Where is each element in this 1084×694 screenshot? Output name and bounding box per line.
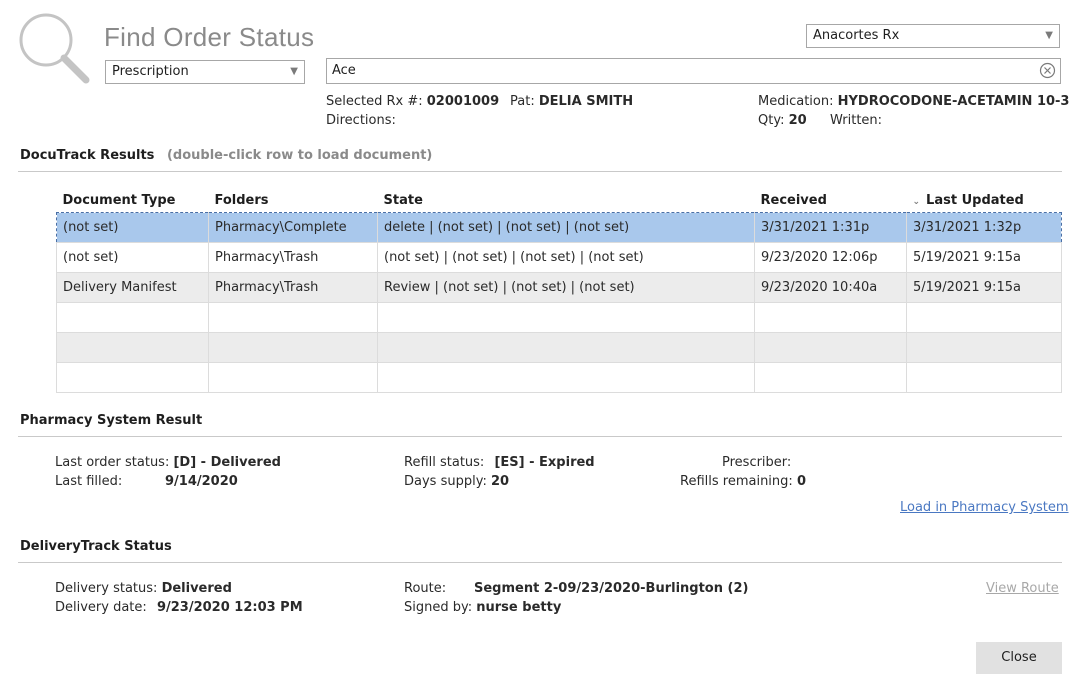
refills-remaining: Refills remaining: 0 — [680, 474, 806, 489]
divider — [18, 436, 1062, 437]
column-header-folders[interactable]: Folders — [209, 188, 378, 213]
clear-icon[interactable] — [1039, 62, 1056, 79]
cell-state: delete | (not set) | (not set) | (not se… — [377, 212, 755, 243]
refill-status: Refill status: [ES] - Expired — [404, 455, 595, 470]
chevron-down-icon: ▼ — [1045, 30, 1053, 41]
refill-status-label: Refill status: — [404, 455, 485, 470]
column-header-received[interactable]: Received — [755, 188, 907, 213]
cell-folders: Pharmacy\Trash — [208, 272, 378, 303]
cell-last-updated: 5/19/2021 9:15a — [906, 272, 1062, 303]
cell-document-type: (not set) — [56, 212, 209, 243]
pharmacy-title: Pharmacy System Result — [20, 413, 203, 428]
search-input-value: Ace — [332, 63, 356, 78]
last-filled-value: 9/14/2020 — [165, 474, 238, 489]
signed-by-label: Signed by: — [404, 600, 473, 615]
qty-label: Qty: — [758, 113, 785, 128]
days-supply-label: Days supply: — [404, 474, 487, 489]
signed-by: Signed by: nurse betty — [404, 600, 561, 615]
empty-row — [56, 332, 1062, 363]
cell-last-updated: 5/19/2021 9:15a — [906, 242, 1062, 273]
page-title: Find Order Status — [104, 22, 315, 52]
table-row[interactable]: (not set) Pharmacy\Trash (not set) | (no… — [56, 242, 1062, 273]
signed-by-value: nurse betty — [476, 600, 562, 615]
last-order-status: Last order status: [D] - Delivered — [55, 455, 281, 470]
store-select-value: Anacortes Rx — [813, 28, 900, 43]
docutrack-hint: (double-click row to load document) — [166, 148, 433, 163]
qty-value: 20 — [788, 113, 807, 128]
column-header-last-updated[interactable]: ⌄ Last Updated — [907, 188, 1062, 213]
cell-document-type: (not set) — [56, 242, 209, 273]
written-label: Written: — [830, 113, 883, 128]
cell-received: 9/23/2020 12:06p — [754, 242, 907, 273]
delivery-status-label: Delivery status: — [55, 581, 158, 596]
view-route-link[interactable]: View Route — [986, 581, 1059, 596]
cell-folders: Pharmacy\Trash — [208, 242, 378, 273]
store-select[interactable]: Anacortes Rx ▼ — [806, 24, 1060, 48]
medication-value: HYDROCODONE-ACETAMIN 10-3 — [837, 94, 1070, 109]
sort-desc-icon: ⌄ — [912, 196, 921, 207]
docutrack-title: DocuTrack Results — [20, 148, 155, 163]
column-header-document-type[interactable]: Document Type — [57, 188, 209, 213]
column-header-state[interactable]: State — [378, 188, 755, 213]
close-button[interactable]: Close — [976, 642, 1062, 674]
refills-label: Refills remaining: — [680, 474, 793, 489]
prescriber-label: Prescriber: — [722, 455, 792, 470]
delivery-date-value: 9/23/2020 12:03 PM — [156, 600, 303, 615]
last-filled-label: Last filled: — [55, 474, 123, 489]
empty-row — [56, 362, 1062, 393]
search-input[interactable]: Ace — [326, 58, 1061, 84]
days-supply: Days supply: 20 — [404, 474, 509, 489]
directions-label: Directions: — [326, 113, 396, 128]
selected-rx-label: Selected Rx #: — [326, 94, 423, 109]
table-row[interactable]: (not set) Pharmacy\Complete delete | (no… — [56, 212, 1062, 243]
cell-document-type: Delivery Manifest — [56, 272, 209, 303]
divider — [18, 171, 1062, 172]
delivery-date: Delivery date: 9/23/2020 12:03 PM — [55, 600, 303, 615]
days-supply-value: 20 — [490, 474, 510, 489]
search-icon — [19, 13, 90, 84]
empty-row — [56, 302, 1062, 333]
divider — [18, 562, 1062, 563]
qty: Qty: 20 — [758, 113, 807, 128]
docutrack-grid[interactable]: Document Type Folders State Received ⌄ La… — [56, 188, 1062, 393]
cell-state: Review | (not set) | (not set) | (not se… — [377, 272, 755, 303]
patient-label: Pat: — [510, 94, 535, 109]
medication-label: Medication: — [758, 94, 834, 109]
route-value: Segment 2-09/23/2020-Burlington (2) — [474, 581, 749, 596]
table-row[interactable]: Delivery Manifest Pharmacy\Trash Review … — [56, 272, 1062, 303]
last-order-value: [D] - Delivered — [173, 455, 281, 470]
selected-rx: Selected Rx #: 02001009 — [326, 94, 499, 109]
column-header-last-updated-label: Last Updated — [926, 192, 1024, 208]
route-label: Route: — [404, 581, 447, 596]
patient: Pat: DELIA SMITH — [510, 94, 633, 109]
delivery-status-value: Delivered — [161, 581, 232, 596]
delivery-title: DeliveryTrack Status — [20, 539, 172, 554]
cell-state: (not set) | (not set) | (not set) | (not… — [377, 242, 755, 273]
cell-received: 3/31/2021 1:31p — [754, 212, 907, 243]
grid-header-row: Document Type Folders State Received ⌄ La… — [57, 188, 1062, 213]
cell-last-updated: 3/31/2021 1:32p — [906, 212, 1062, 243]
selected-rx-value: 02001009 — [426, 94, 500, 109]
search-type-value: Prescription — [112, 64, 189, 79]
delivery-date-label: Delivery date: — [55, 600, 147, 615]
cell-folders: Pharmacy\Complete — [208, 212, 378, 243]
last-order-label: Last order status: — [55, 455, 170, 470]
load-in-pharmacy-system-link[interactable]: Load in Pharmacy System — [900, 500, 1069, 515]
chevron-down-icon: ▼ — [290, 66, 298, 77]
docutrack-header: DocuTrack Results (double-click row to l… — [20, 148, 432, 163]
refill-status-value: [ES] - Expired — [494, 455, 595, 470]
delivery-status: Delivery status: Delivered — [55, 581, 232, 596]
refills-value: 0 — [796, 474, 806, 489]
medication: Medication: HYDROCODONE-ACETAMIN 10-3 — [758, 94, 1069, 109]
cell-received: 9/23/2020 10:40a — [754, 272, 907, 303]
patient-value: DELIA SMITH — [538, 94, 634, 109]
search-type-select[interactable]: Prescription ▼ — [105, 60, 305, 84]
